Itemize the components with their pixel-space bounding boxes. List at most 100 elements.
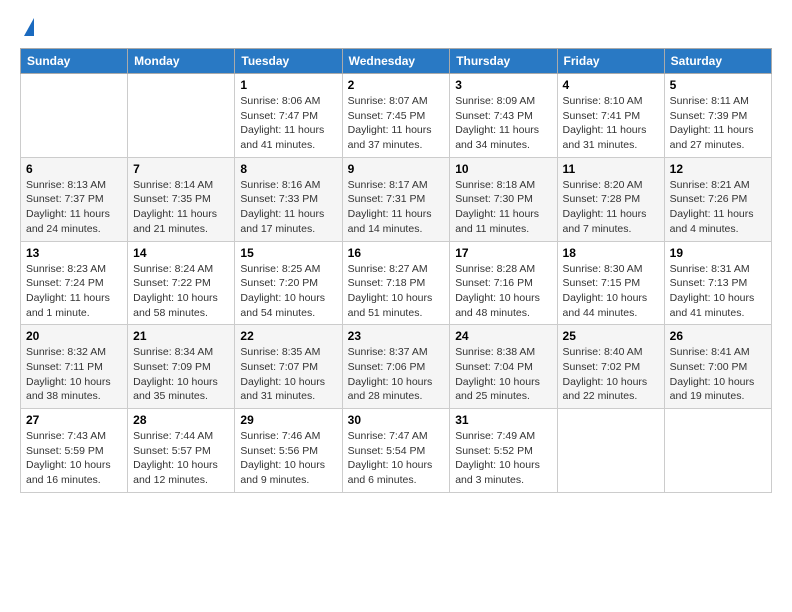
day-number: 8 [240,162,336,176]
calendar-cell: 3Sunrise: 8:09 AMSunset: 7:43 PMDaylight… [450,74,557,158]
calendar-cell: 7 Sunrise: 8:14 AMSunset: 7:35 PMDaylight… [128,157,235,241]
day-number: 18 [563,246,659,260]
calendar-cell [128,74,235,158]
day-number: 6 [26,162,122,176]
day-info: Sunrise: 8:16 AMSunset: 7:33 PMDaylight:… [240,178,336,237]
day-number: 14 [133,246,229,260]
day-info: Sunrise: 8:06 AMSunset: 7:47 PMDaylight:… [240,94,336,153]
weekday-header: Thursday [450,49,557,74]
day-info: Sunrise: 8:25 AMSunset: 7:20 PMDaylight:… [240,262,336,321]
page: SundayMondayTuesdayWednesdayThursdayFrid… [0,0,792,612]
day-info: Sunrise: 8:35 AMSunset: 7:07 PMDaylight:… [240,345,336,404]
day-number: 31 [455,413,551,427]
day-number: 21 [133,329,229,343]
day-info: Sunrise: 8:37 AMSunset: 7:06 PMDaylight:… [348,345,445,404]
day-number: 11 [563,162,659,176]
day-info: Sunrise: 8:30 AMSunset: 7:15 PMDaylight:… [563,262,659,321]
calendar-cell: 24 Sunrise: 8:38 AMSunset: 7:04 PMDayligh… [450,325,557,409]
day-info: Sunrise: 8:32 AMSunset: 7:11 PMDaylight:… [26,345,122,404]
calendar-cell: 29Sunrise: 7:46 AMSunset: 5:56 PMDayligh… [235,409,342,493]
calendar-cell: 16Sunrise: 8:27 AMSunset: 7:18 PMDayligh… [342,241,450,325]
calendar-cell: 9 Sunrise: 8:17 AMSunset: 7:31 PMDaylight… [342,157,450,241]
calendar-cell: 25Sunrise: 8:40 AMSunset: 7:02 PMDayligh… [557,325,664,409]
calendar-cell: 13Sunrise: 8:23 AMSunset: 7:24 PMDayligh… [21,241,128,325]
day-number: 20 [26,329,122,343]
day-number: 7 [133,162,229,176]
day-info: Sunrise: 7:47 AMSunset: 5:54 PMDaylight:… [348,429,445,488]
day-info: Sunrise: 8:09 AMSunset: 7:43 PMDaylight:… [455,94,551,153]
weekday-header: Monday [128,49,235,74]
calendar-week-row: 6 Sunrise: 8:13 AMSunset: 7:37 PMDaylight… [21,157,772,241]
calendar-cell: 4 Sunrise: 8:10 AMSunset: 7:41 PMDaylight… [557,74,664,158]
calendar-week-row: 1 Sunrise: 8:06 AMSunset: 7:47 PMDaylight… [21,74,772,158]
day-info: Sunrise: 8:34 AMSunset: 7:09 PMDaylight:… [133,345,229,404]
day-number: 24 [455,329,551,343]
day-info: Sunrise: 7:46 AMSunset: 5:56 PMDaylight:… [240,429,336,488]
day-info: Sunrise: 8:07 AMSunset: 7:45 PMDaylight:… [348,94,445,153]
calendar-cell: 27 Sunrise: 7:43 AMSunset: 5:59 PMDayligh… [21,409,128,493]
day-number: 9 [348,162,445,176]
calendar-table: SundayMondayTuesdayWednesdayThursdayFrid… [20,48,772,493]
day-number: 28 [133,413,229,427]
calendar-cell: 22 Sunrise: 8:35 AMSunset: 7:07 PMDayligh… [235,325,342,409]
day-info: Sunrise: 8:20 AMSunset: 7:28 PMDaylight:… [563,178,659,237]
day-info: Sunrise: 7:43 AMSunset: 5:59 PMDaylight:… [26,429,122,488]
calendar-cell: 8 Sunrise: 8:16 AMSunset: 7:33 PMDaylight… [235,157,342,241]
day-info: Sunrise: 8:38 AMSunset: 7:04 PMDaylight:… [455,345,551,404]
day-info: Sunrise: 8:17 AMSunset: 7:31 PMDaylight:… [348,178,445,237]
calendar-cell: 14Sunrise: 8:24 AMSunset: 7:22 PMDayligh… [128,241,235,325]
calendar-cell: 26 Sunrise: 8:41 AMSunset: 7:00 PMDayligh… [664,325,771,409]
weekday-header: Tuesday [235,49,342,74]
day-info: Sunrise: 7:49 AMSunset: 5:52 PMDaylight:… [455,429,551,488]
calendar-week-row: 20 Sunrise: 8:32 AMSunset: 7:11 PMDayligh… [21,325,772,409]
calendar-cell: 20 Sunrise: 8:32 AMSunset: 7:11 PMDayligh… [21,325,128,409]
day-info: Sunrise: 8:21 AMSunset: 7:26 PMDaylight:… [670,178,766,237]
calendar-cell: 12 Sunrise: 8:21 AMSunset: 7:26 PMDayligh… [664,157,771,241]
day-info: Sunrise: 8:41 AMSunset: 7:00 PMDaylight:… [670,345,766,404]
calendar-cell: 15 Sunrise: 8:25 AMSunset: 7:20 PMDayligh… [235,241,342,325]
calendar-cell [21,74,128,158]
day-number: 10 [455,162,551,176]
day-info: Sunrise: 8:14 AMSunset: 7:35 PMDaylight:… [133,178,229,237]
day-number: 23 [348,329,445,343]
day-number: 15 [240,246,336,260]
day-info: Sunrise: 8:27 AMSunset: 7:18 PMDaylight:… [348,262,445,321]
day-info: Sunrise: 8:23 AMSunset: 7:24 PMDaylight:… [26,262,122,321]
logo-triangle-icon [24,18,34,36]
calendar-cell [557,409,664,493]
day-info: Sunrise: 8:13 AMSunset: 7:37 PMDaylight:… [26,178,122,237]
day-info: Sunrise: 8:28 AMSunset: 7:16 PMDaylight:… [455,262,551,321]
day-number: 26 [670,329,766,343]
calendar-cell: 23 Sunrise: 8:37 AMSunset: 7:06 PMDayligh… [342,325,450,409]
weekday-header: Friday [557,49,664,74]
weekday-header: Wednesday [342,49,450,74]
calendar-week-row: 13Sunrise: 8:23 AMSunset: 7:24 PMDayligh… [21,241,772,325]
calendar-cell: 6 Sunrise: 8:13 AMSunset: 7:37 PMDaylight… [21,157,128,241]
day-number: 25 [563,329,659,343]
day-number: 2 [348,78,445,92]
day-number: 22 [240,329,336,343]
weekday-header: Saturday [664,49,771,74]
day-number: 17 [455,246,551,260]
calendar-header-row: SundayMondayTuesdayWednesdayThursdayFrid… [21,49,772,74]
day-number: 27 [26,413,122,427]
day-number: 30 [348,413,445,427]
day-number: 1 [240,78,336,92]
calendar-cell: 11 Sunrise: 8:20 AMSunset: 7:28 PMDayligh… [557,157,664,241]
calendar-cell: 19Sunrise: 8:31 AMSunset: 7:13 PMDayligh… [664,241,771,325]
calendar-week-row: 27 Sunrise: 7:43 AMSunset: 5:59 PMDayligh… [21,409,772,493]
calendar-cell: 28Sunrise: 7:44 AMSunset: 5:57 PMDayligh… [128,409,235,493]
day-number: 12 [670,162,766,176]
calendar-cell: 31 Sunrise: 7:49 AMSunset: 5:52 PMDayligh… [450,409,557,493]
day-number: 4 [563,78,659,92]
calendar-cell: 30 Sunrise: 7:47 AMSunset: 5:54 PMDayligh… [342,409,450,493]
day-info: Sunrise: 8:10 AMSunset: 7:41 PMDaylight:… [563,94,659,153]
calendar-cell [664,409,771,493]
calendar-cell: 5 Sunrise: 8:11 AMSunset: 7:39 PMDaylight… [664,74,771,158]
day-info: Sunrise: 8:11 AMSunset: 7:39 PMDaylight:… [670,94,766,153]
calendar-cell: 17 Sunrise: 8:28 AMSunset: 7:16 PMDayligh… [450,241,557,325]
weekday-header: Sunday [21,49,128,74]
day-number: 5 [670,78,766,92]
calendar-cell: 1 Sunrise: 8:06 AMSunset: 7:47 PMDaylight… [235,74,342,158]
calendar-cell: 10Sunrise: 8:18 AMSunset: 7:30 PMDayligh… [450,157,557,241]
